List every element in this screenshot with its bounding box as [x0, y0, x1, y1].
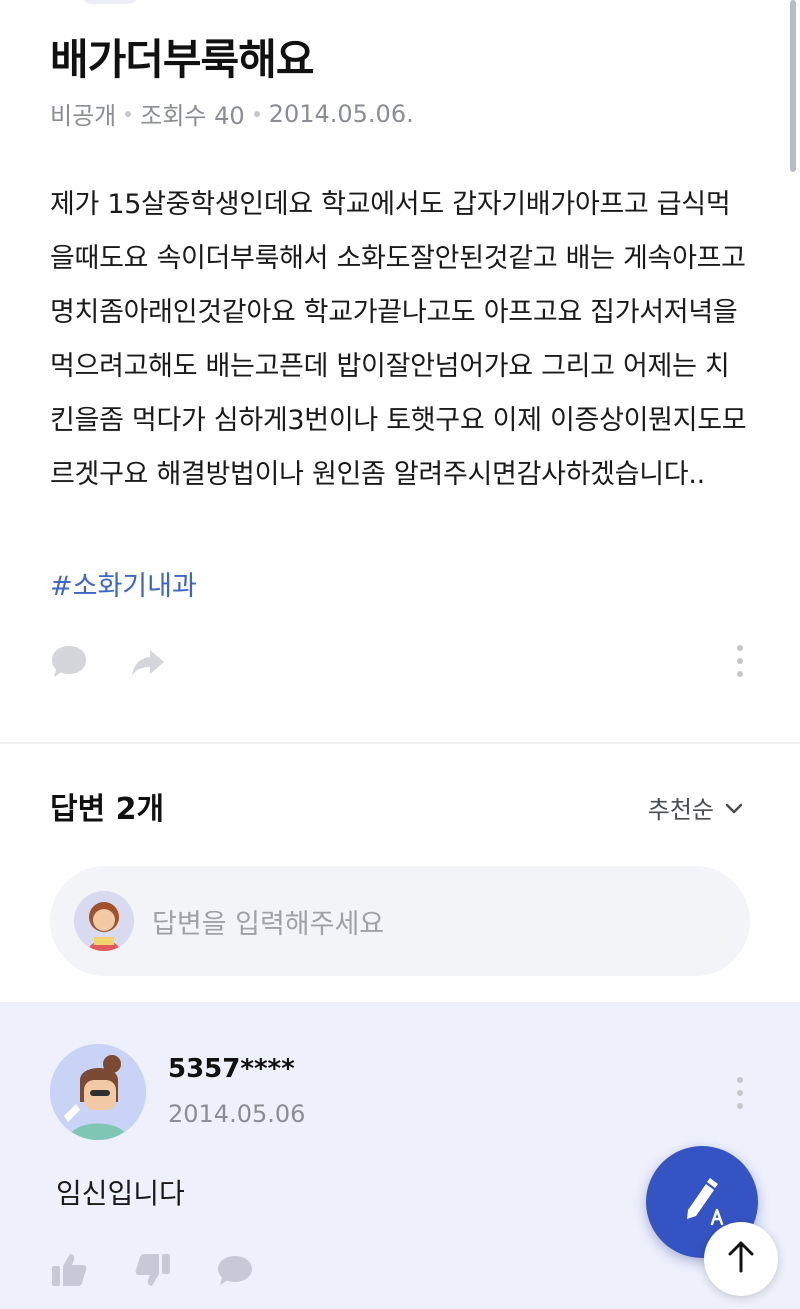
top-tab-pill — [80, 0, 140, 4]
sort-label: 추천순 — [647, 796, 714, 824]
comment-icon[interactable] — [216, 1254, 254, 1292]
question-title: 배가더부룩해요 — [50, 35, 314, 84]
meta-separator — [253, 110, 260, 117]
comment-icon[interactable] — [50, 644, 88, 684]
view-count: 조회수 40 — [140, 102, 245, 130]
avatar — [50, 1044, 146, 1140]
answer-author: 5357**** — [168, 1054, 295, 1084]
share-icon[interactable] — [130, 648, 166, 682]
more-icon[interactable] — [736, 644, 744, 682]
meta-separator — [125, 110, 132, 117]
dislike-icon[interactable] — [134, 1252, 172, 1292]
avatar — [74, 891, 134, 951]
sort-dropdown[interactable]: 추천순 — [648, 790, 744, 825]
answers-heading: 답변 2개 — [50, 792, 165, 827]
scrollbar[interactable] — [790, 0, 796, 172]
answer-date: 2014.05.06 — [168, 1100, 306, 1128]
visibility-label: 비공개 — [50, 102, 117, 130]
section-divider — [0, 742, 800, 744]
question-meta: 비공개 조회수 40 2014.05.06. — [50, 96, 414, 131]
hashtag-link[interactable]: #소화기내과 — [50, 564, 197, 603]
answer-input[interactable]: 답변을 입력해주세요 — [50, 866, 750, 976]
arrow-up-icon — [726, 1240, 756, 1278]
scroll-to-top-button[interactable] — [704, 1222, 778, 1296]
question-body: 제가 15살중학생인데요 학교에서도 갑자기배가아프고 급식먹을때도요 속이더부… — [50, 189, 747, 490]
answer-text: 임신입니다 — [56, 1177, 185, 1210]
chevron-down-icon — [724, 794, 744, 822]
question-actions — [50, 644, 750, 684]
more-icon[interactable] — [736, 1076, 744, 1114]
pen-icon — [674, 1172, 730, 1232]
question-date: 2014.05.06. — [268, 99, 414, 128]
like-icon[interactable] — [50, 1252, 88, 1292]
answer-input-placeholder: 답변을 입력해주세요 — [152, 908, 385, 940]
